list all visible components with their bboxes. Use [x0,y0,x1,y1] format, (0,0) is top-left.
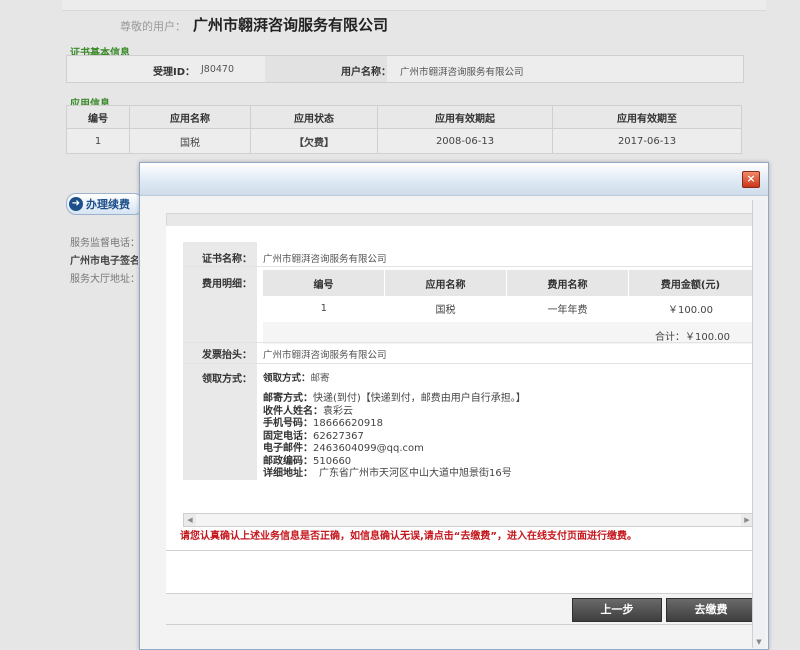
greeting-label: 尊敬的用户： [120,20,186,33]
phone-value: 62627367 [313,430,364,442]
postcode-label: 邮政编码： [263,455,313,467]
company-name: 广州市翱湃咨询服务有限公司 [193,16,389,34]
top-bar [62,0,766,11]
row-no: 1 [66,128,130,154]
email-value: 2463604099@qq.com [313,443,424,454]
col-no: 编号 [66,105,130,129]
email-label: 电子邮件： [263,443,313,454]
cert-name-label: 证书名称： [202,254,252,265]
fee-row-app: 国税 [435,304,456,316]
row-app-name: 国税 [129,128,251,154]
invoice-label: 发票抬头： [202,350,252,361]
status-badge: 【欠费】 [250,128,378,154]
renew-button[interactable]: ➜ 办理续费 [66,193,144,215]
service-phone-label: 服务监督电话： [70,238,138,249]
accept-id-value: J80470 [201,64,235,75]
mail-method-value: 快递(到付)【快递到付，邮费由用户自行承担。】 [313,393,526,404]
confirm-warning: 请您认真确认上述业务信息是否正确，如信息确认无误,请点击“去缴费”，进入在线支付… [180,531,637,542]
pickup-method-value: 邮寄 [310,373,330,384]
table-row: 1 国税 【欠费】 2008-06-13 2017-06-13 [66,128,742,154]
fee-col-no: 编号 [263,270,385,296]
address-value: 广东省广州市天河区中山大道中旭景街16号 [319,468,512,479]
table-row: 1 国税 一年年费 ￥100.00 [263,296,753,320]
cert-name-value: 广州市翱湃咨询服务有限公司 [263,254,387,265]
renew-button-label: 办理续费 [86,198,130,211]
scroll-down-icon[interactable]: ▼ [753,636,765,648]
vertical-scrollbar[interactable]: ▼ [752,200,765,648]
row-end: 2017-06-13 [552,128,742,154]
invoice-value: 广州市翱湃咨询服务有限公司 [263,350,387,361]
fee-table-header: 编号 应用名称 费用名称 费用金额(元) [263,270,753,296]
pay-button[interactable]: 去缴费 [666,598,756,622]
scroll-left-icon[interactable]: ◀ [184,514,196,526]
row-divider [183,266,752,267]
pickup-method-label: 领取方式： [263,373,311,384]
app-table: 编号 应用名称 应用状态 应用有效期起 应用有效期至 1 国税 【欠费】 200… [66,105,742,154]
pickup-label: 领取方式： [202,374,252,385]
fee-col-name: 费用名称 [506,270,629,296]
pickup-method: 领取方式：邮寄 [263,370,330,384]
fee-table: 编号 应用名称 费用名称 费用金额(元) 1 国税 一年年费 ￥100.00 [263,270,753,320]
prev-step-button[interactable]: 上一步 [572,598,662,622]
horizontal-scrollbar[interactable]: ◀ ▶ [183,513,754,527]
row-start: 2008-06-13 [377,128,553,154]
fee-col-app: 应用名称 [384,270,507,296]
fee-row-no: 1 [320,302,327,314]
e-sign-label: 广州市电子签名 [70,256,138,267]
mobile-value: 18666620918 [313,418,383,429]
recipient-value: 袁彩云 [323,405,353,417]
delivery-details: 邮寄方式：快递(到付)【快递到付，邮费由用户自行承担。】 收件人姓名：袁彩云 手… [263,393,526,481]
accept-id-label: 受理ID： [153,67,196,78]
cert-info-box: 受理ID： J80470 用户名称： 广州市翱湃咨询服务有限公司 [66,55,744,83]
mobile-label: 手机号码： [263,418,313,429]
col-end: 应用有效期至 [552,105,742,129]
address-label: 详细地址： [263,468,313,479]
phone-label: 固定电话： [263,430,313,442]
row-divider [183,363,752,364]
hall-address-label: 服务大厅地址： [70,274,138,285]
fee-row-name: 一年年费 [547,304,588,316]
fee-detail-label: 费用明细： [202,279,252,290]
postcode-value: 510660 [313,455,352,467]
fee-col-amount: 费用金额(元) [628,270,753,296]
user-name-label: 用户名称： [341,67,391,78]
row-divider [183,342,752,343]
dialog-footer [166,593,752,625]
fee-row-amount: ￥100.00 [668,304,713,316]
arrow-right-circle-icon: ➜ [69,197,83,211]
warning-divider [166,550,752,551]
fee-total: 合计：￥100.00 [655,332,730,343]
user-name-value: 广州市翱湃咨询服务有限公司 [400,67,524,78]
dialog-title-bar [140,163,768,196]
col-start: 应用有效期起 [377,105,553,129]
close-icon[interactable]: × [742,171,760,188]
recipient-label: 收件人姓名： [263,405,323,417]
mail-method-label: 邮寄方式： [263,393,313,404]
app-table-header: 编号 应用名称 应用状态 应用有效期起 应用有效期至 [66,105,742,129]
col-app-status: 应用状态 [250,105,378,129]
col-app-name: 应用名称 [129,105,251,129]
